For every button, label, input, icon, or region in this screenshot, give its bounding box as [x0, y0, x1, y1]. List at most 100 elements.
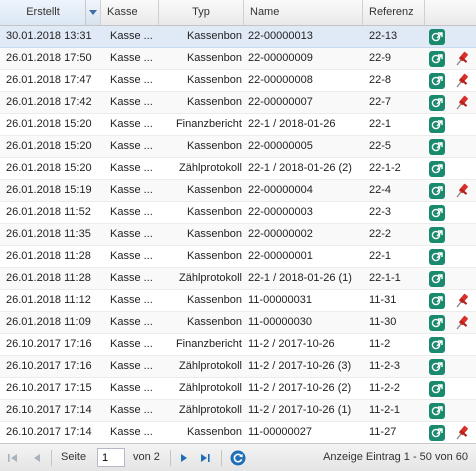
open-document-icon[interactable] — [429, 117, 445, 133]
pin-icon[interactable] — [454, 72, 470, 90]
prev-page-icon[interactable] — [30, 451, 44, 465]
table-row[interactable]: 26.01.2018 17:50 Kasse ... Kassenbon 22-000… — [0, 48, 476, 70]
table-row[interactable]: 26.01.2018 15:20 Kasse ... Kassenbon 22-000… — [0, 136, 476, 158]
cell-erstellt: 26.10.2017 17:16 — [6, 338, 92, 350]
column-header-erstellt-label: Erstellt — [26, 6, 60, 18]
column-header-name[interactable]: Name — [244, 0, 363, 25]
open-document-icon[interactable] — [429, 183, 445, 199]
table-row[interactable]: 26.01.2018 11:28 Kasse ... Kassenbon 22-000… — [0, 246, 476, 268]
cell-referenz: 22-8 — [369, 74, 392, 86]
cell-erstellt: 26.01.2018 15:19 — [6, 184, 92, 196]
last-page-icon[interactable] — [198, 451, 212, 465]
table-row[interactable]: 26.10.2017 17:16 Kasse ... Finanzbericht 11… — [0, 334, 476, 356]
table-row[interactable]: 26.01.2018 17:42 Kasse ... Kassenbon 22-000… — [0, 92, 476, 114]
cell-name: 11-2 / 2017-10-26 (2) — [248, 382, 352, 394]
pin-icon[interactable] — [454, 424, 470, 442]
table-row[interactable]: 26.01.2018 11:28 Kasse ... Zählprotokoll 22… — [0, 268, 476, 290]
open-document-icon[interactable] — [429, 359, 445, 375]
open-document-icon[interactable] — [429, 293, 445, 309]
open-document-icon[interactable] — [429, 51, 445, 67]
cell-kasse: Kasse ... — [110, 382, 153, 394]
pin-icon[interactable] — [454, 94, 470, 112]
open-document-icon[interactable] — [429, 161, 445, 177]
cell-referenz: 22-5 — [369, 140, 392, 152]
toolbar-separator — [170, 450, 171, 466]
table-row[interactable]: 26.10.2017 17:15 Kasse ... Zählprotokoll 11… — [0, 378, 476, 400]
column-header-referenz[interactable]: Referenz — [363, 0, 425, 25]
open-document-icon[interactable] — [429, 425, 445, 441]
table-row[interactable]: 26.01.2018 11:52 Kasse ... Kassenbon 22-000… — [0, 202, 476, 224]
sort-desc-icon[interactable] — [85, 0, 100, 25]
open-document-icon[interactable] — [429, 337, 445, 353]
column-header-typ[interactable]: Typ — [159, 0, 244, 25]
cell-name: 22-1 / 2018-01-26 (2) — [248, 162, 352, 174]
pin-icon[interactable] — [454, 314, 470, 332]
open-document-icon[interactable] — [429, 249, 445, 265]
cell-erstellt: 26.01.2018 11:28 — [6, 250, 91, 262]
cell-referenz: 11-31 — [369, 294, 397, 306]
table-row[interactable]: 26.01.2018 15:20 Kasse ... Finanzbericht 22… — [0, 114, 476, 136]
open-document-icon[interactable] — [429, 381, 445, 397]
first-page-icon[interactable] — [6, 451, 20, 465]
table-row[interactable]: 30.01.2018 13:31 Kasse ... Kassenbon 22-000… — [0, 26, 476, 48]
cell-erstellt: 26.10.2017 17:16 — [6, 360, 92, 372]
cell-kasse: Kasse ... — [110, 338, 153, 350]
table-row[interactable]: 26.10.2017 17:14 Kasse ... Kassenbon 11-000… — [0, 422, 476, 443]
open-document-icon[interactable] — [429, 315, 445, 331]
cell-kasse: Kasse ... — [110, 272, 153, 284]
cell-kasse: Kasse ... — [110, 206, 153, 218]
cell-referenz: 11-2-2 — [369, 382, 400, 394]
cell-typ: Finanzbericht — [175, 118, 242, 130]
pin-icon[interactable] — [454, 182, 470, 200]
table-row[interactable]: 26.10.2017 17:14 Kasse ... Zählprotokoll 11… — [0, 400, 476, 422]
cell-name: 11-2 / 2017-10-26 (1) — [248, 404, 352, 416]
cell-referenz: 22-3 — [369, 206, 392, 218]
cell-name: 22-00000007 — [248, 96, 313, 108]
display-info: Anzeige Eintrag 1 - 50 von 60 — [323, 451, 468, 463]
cell-typ: Kassenbon — [186, 30, 242, 42]
open-document-icon[interactable] — [429, 227, 445, 243]
refresh-icon[interactable] — [230, 450, 246, 466]
cell-name: 22-00000002 — [248, 228, 313, 240]
page-count-label: von 2 — [133, 451, 160, 463]
table-row[interactable]: 26.01.2018 11:09 Kasse ... Kassenbon 11-000… — [0, 312, 476, 334]
table-row[interactable]: 26.01.2018 15:19 Kasse ... Kassenbon 22-000… — [0, 180, 476, 202]
table-row[interactable]: 26.01.2018 15:20 Kasse ... Zählprotokoll 22… — [0, 158, 476, 180]
cell-kasse: Kasse ... — [110, 118, 153, 130]
column-header-kasse-label: Kasse — [107, 6, 138, 18]
open-document-icon[interactable] — [429, 403, 445, 419]
cell-erstellt: 26.10.2017 17:15 — [6, 382, 92, 394]
table-row[interactable]: 26.10.2017 17:16 Kasse ... Zählprotokoll 11… — [0, 356, 476, 378]
open-document-icon[interactable] — [429, 95, 445, 111]
column-header-kasse[interactable]: Kasse — [101, 0, 159, 25]
cell-typ: Kassenbon — [186, 250, 242, 262]
cell-typ: Kassenbon — [186, 228, 242, 240]
table-row[interactable]: 26.01.2018 11:35 Kasse ... Kassenbon 22-000… — [0, 224, 476, 246]
next-page-icon[interactable] — [177, 451, 191, 465]
cell-erstellt: 26.01.2018 15:20 — [6, 162, 92, 174]
cell-erstellt: 26.01.2018 11:35 — [6, 228, 91, 240]
open-document-icon[interactable] — [429, 205, 445, 221]
open-document-icon[interactable] — [429, 29, 445, 45]
pin-icon[interactable] — [454, 292, 470, 310]
table-row[interactable]: 26.01.2018 17:47 Kasse ... Kassenbon 22-000… — [0, 70, 476, 92]
open-document-icon[interactable] — [429, 271, 445, 287]
cell-kasse: Kasse ... — [110, 404, 153, 416]
cell-kasse: Kasse ... — [110, 294, 153, 306]
cell-erstellt: 26.01.2018 11:28 — [6, 272, 91, 284]
cell-referenz: 22-1-2 — [369, 162, 401, 174]
table-row[interactable]: 26.01.2018 11:12 Kasse ... Kassenbon 11-000… — [0, 290, 476, 312]
cell-referenz: 11-30 — [369, 316, 397, 328]
column-header-name-label: Name — [250, 6, 280, 18]
open-document-icon[interactable] — [429, 73, 445, 89]
cell-typ: Kassenbon — [186, 206, 242, 218]
cell-referenz: 22-7 — [369, 96, 392, 108]
column-header-erstellt[interactable]: Erstellt — [0, 0, 101, 25]
cell-kasse: Kasse ... — [110, 162, 153, 174]
open-document-icon[interactable] — [429, 139, 445, 155]
pin-icon[interactable] — [454, 50, 470, 68]
page-number-input[interactable] — [97, 448, 125, 467]
cell-erstellt: 26.10.2017 17:14 — [6, 404, 92, 416]
cell-erstellt: 26.10.2017 17:14 — [6, 426, 92, 438]
cell-name: 22-00000013 — [248, 30, 313, 42]
